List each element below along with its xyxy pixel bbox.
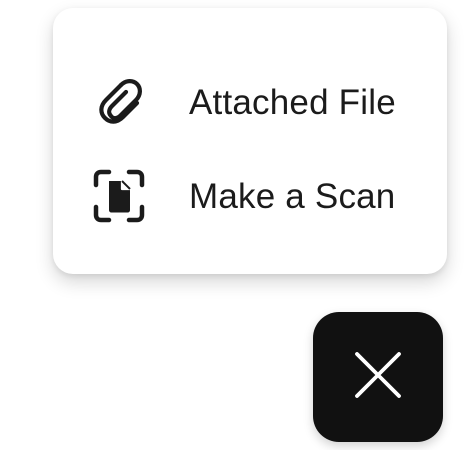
attached-file-option[interactable]: Attached File bbox=[53, 60, 447, 144]
attachment-menu: Attached File Make a Scan bbox=[53, 8, 447, 274]
close-icon bbox=[348, 345, 408, 410]
close-button[interactable] bbox=[313, 312, 443, 442]
document-scan-icon bbox=[89, 166, 149, 226]
make-a-scan-label: Make a Scan bbox=[189, 176, 396, 216]
attached-file-label: Attached File bbox=[189, 82, 396, 122]
paperclip-icon bbox=[89, 72, 149, 132]
make-a-scan-option[interactable]: Make a Scan bbox=[53, 154, 447, 238]
